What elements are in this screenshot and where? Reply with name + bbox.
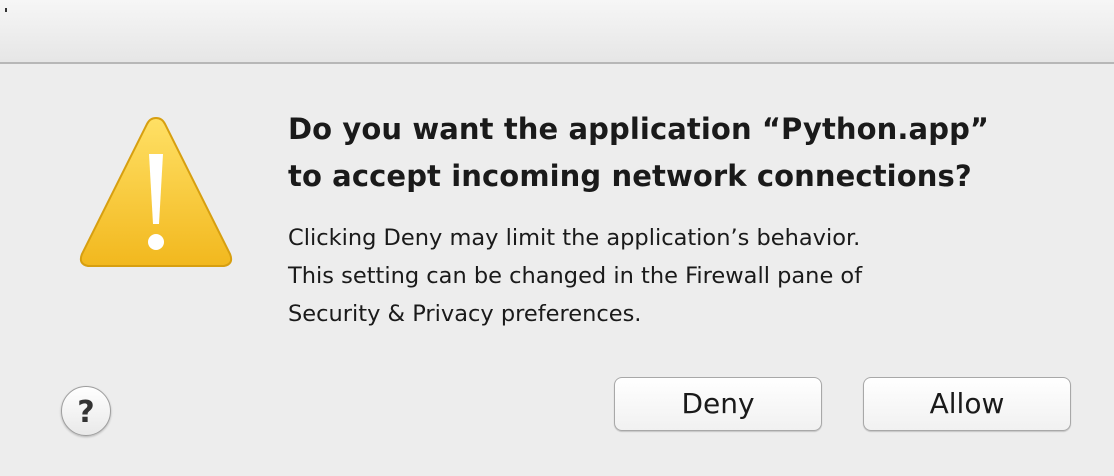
dialog-headline: Do you want the application “Python.app”… xyxy=(288,112,990,193)
firewall-alert-dialog: Do you want the application “Python.app”… xyxy=(0,0,1114,476)
title-bar[interactable] xyxy=(0,0,1114,64)
allow-button[interactable]: Allow xyxy=(863,377,1071,431)
deny-button[interactable]: Deny xyxy=(614,377,822,431)
dialog-message: Clicking Deny may limit the application’… xyxy=(288,225,863,327)
title-bar-mark xyxy=(5,8,7,12)
help-button[interactable]: ? xyxy=(61,386,111,436)
warning-icon xyxy=(79,116,233,267)
